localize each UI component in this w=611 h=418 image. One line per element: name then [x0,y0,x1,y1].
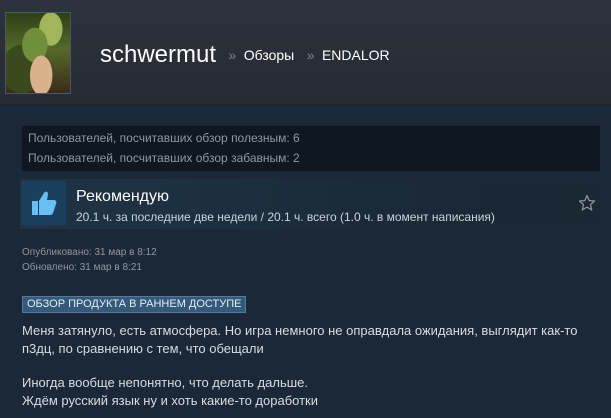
breadcrumb-reviews-link[interactable]: Обзоры [244,47,295,63]
recommendation-title[interactable]: Рекомендую [76,188,169,206]
breadcrumb-separator: » [306,47,315,63]
hours-played: 20.1 ч. за последние две недели / 20.1 ч… [76,210,495,224]
recommendation-box: Рекомендую 20.1 ч. за последние две неде… [20,179,602,229]
helpful-count: Пользователей, посчитавших обзор полезны… [28,131,300,145]
profile-header: schwermut » Обзоры » ENDALOR [0,0,611,105]
username-link[interactable]: schwermut [100,41,216,68]
review-text-line: Меня затянуло, есть атмосфера. Но игра н… [22,323,578,338]
updated-date: Обновлено: 31 мар в 8:21 [22,262,142,273]
review-ratings-box: Пользователей, посчитавших обзор полезны… [22,126,600,171]
published-date: Опубликовано: 31 мар в 8:12 [22,247,157,258]
breadcrumb: schwermut » Обзоры » ENDALOR [100,41,390,69]
star-icon[interactable] [578,194,596,212]
breadcrumb-game-link[interactable]: ENDALOR [322,47,390,63]
review-text-line: Ждём русский язык ну и хоть какие-то дор… [22,393,319,408]
thumbs-up-icon [22,181,66,225]
early-access-badge: ОБЗОР ПРОДУКТА В РАННЕМ ДОСТУПЕ [22,296,247,313]
breadcrumb-separator: » [228,47,237,63]
review-text-line: п3дц, по сравнению с тем, что обещали [22,341,264,356]
review-text-line: Иногда вообще непонятно, что делать даль… [22,375,308,390]
funny-count: Пользователей, посчитавших обзор забавны… [28,151,300,165]
avatar[interactable] [5,12,71,94]
